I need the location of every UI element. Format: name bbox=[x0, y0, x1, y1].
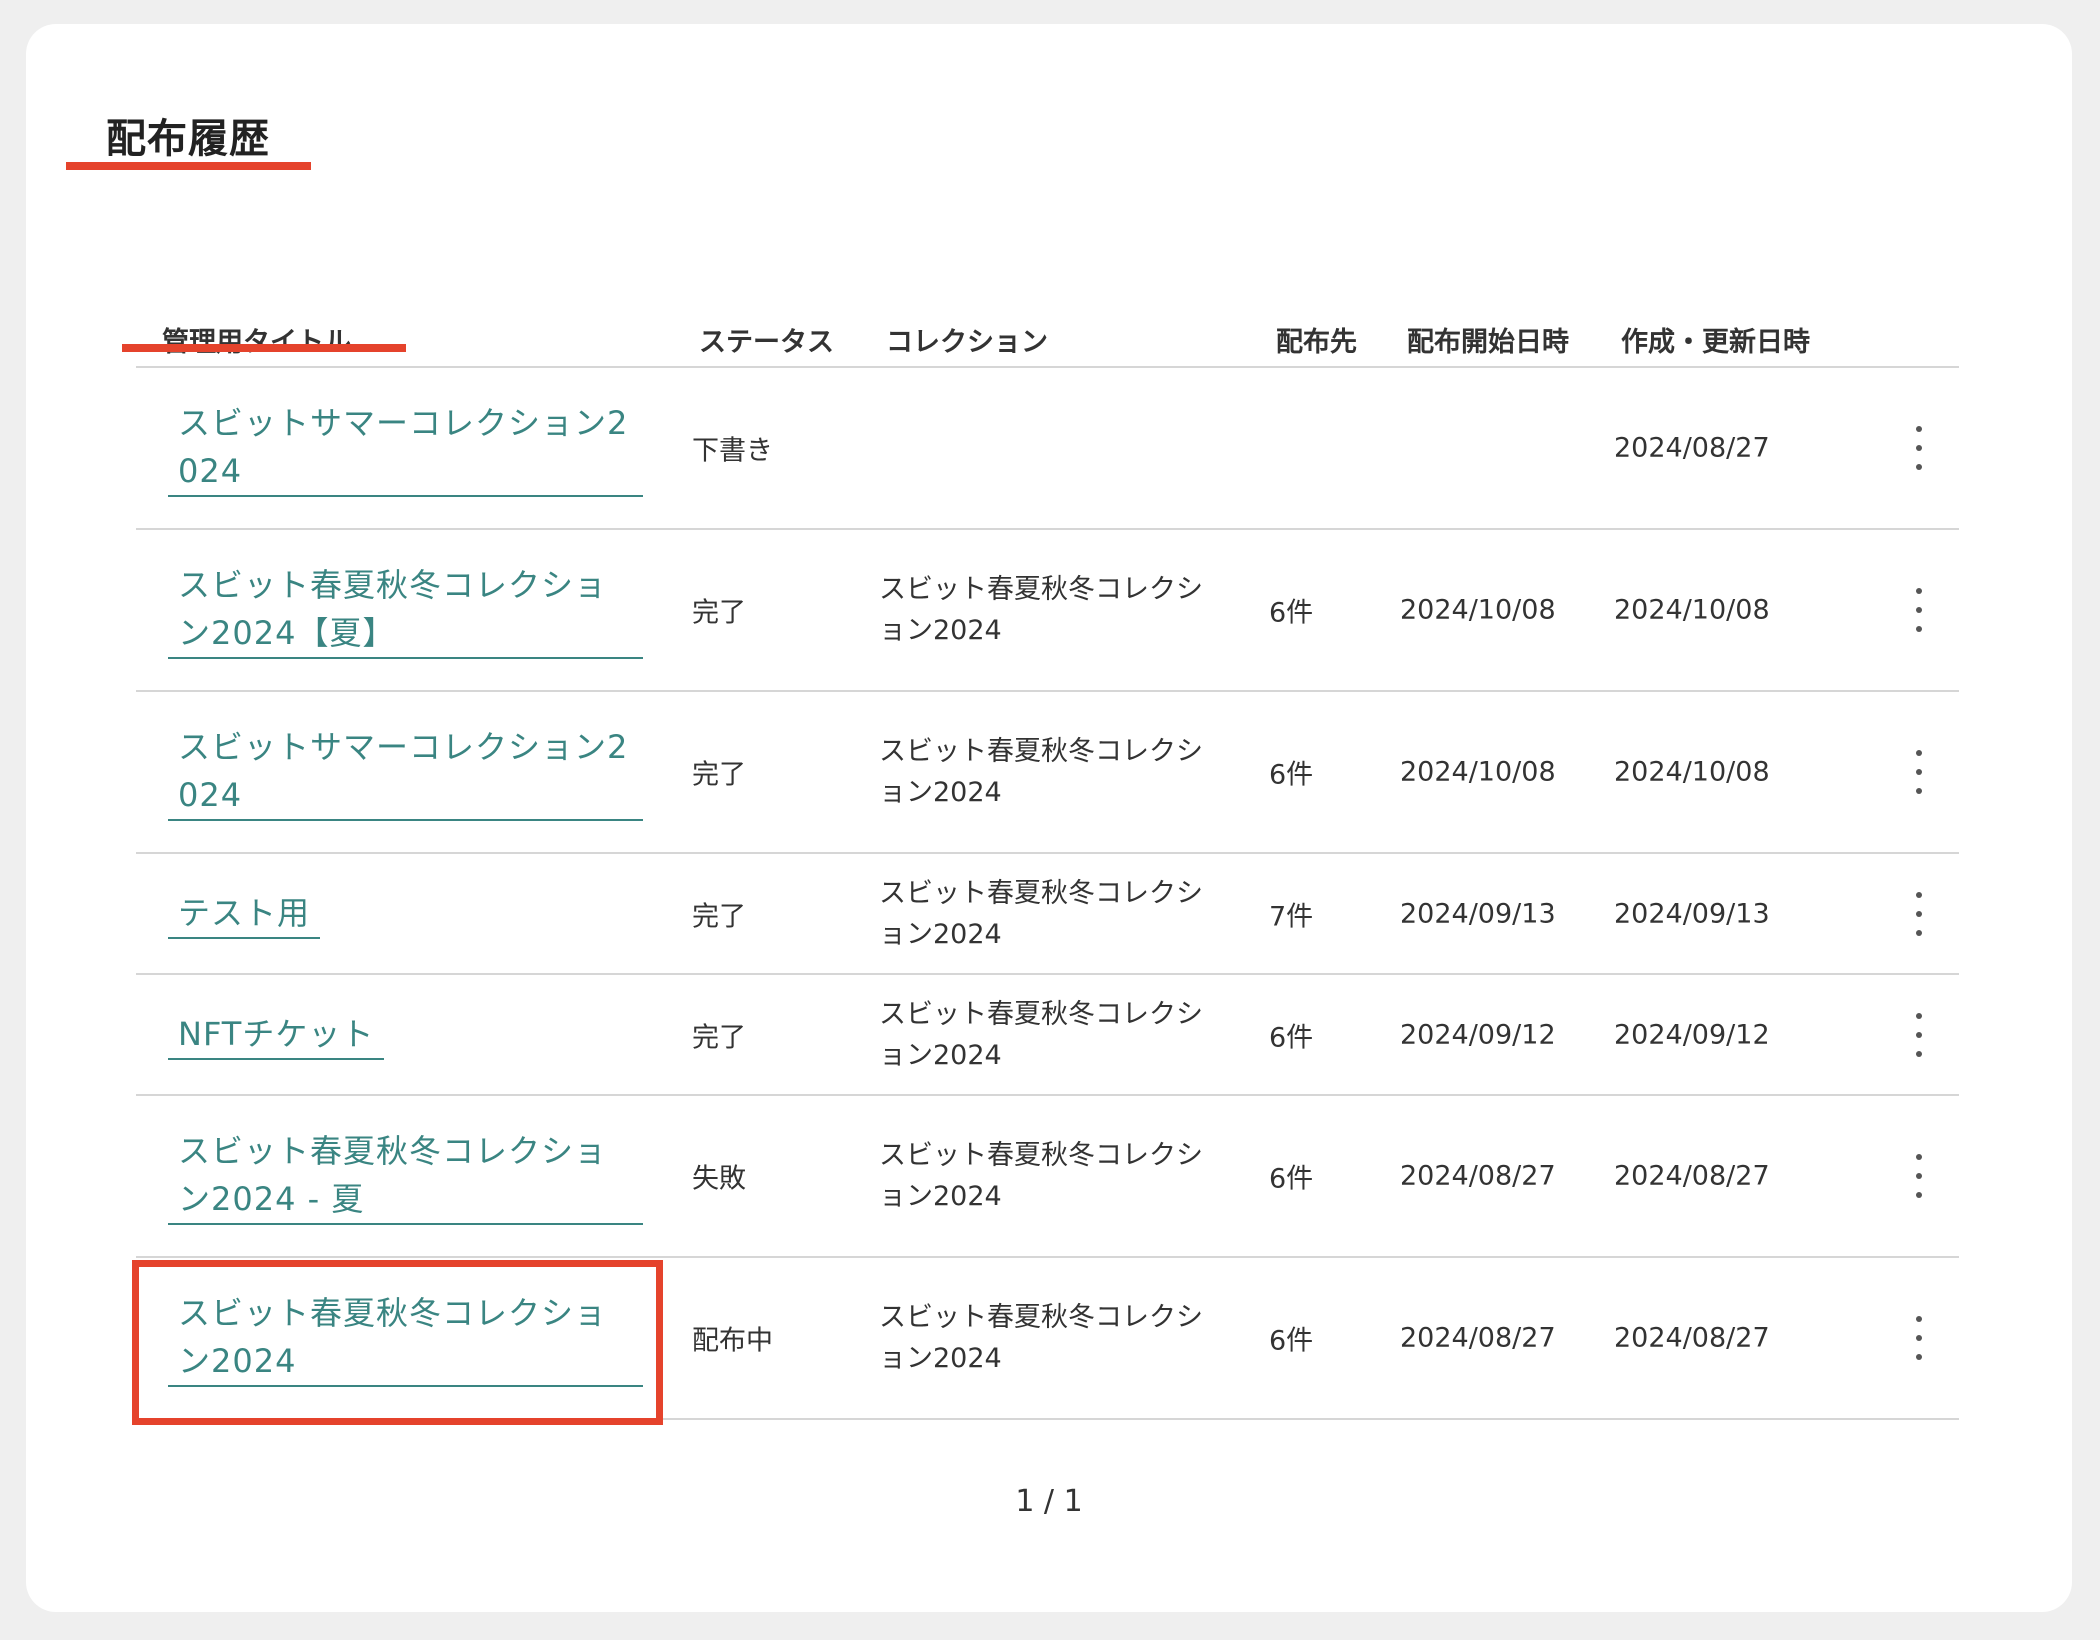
title-cell: NFTチケット bbox=[168, 1010, 643, 1060]
more-vertical-icon[interactable] bbox=[1904, 1316, 1934, 1360]
destination-cell: 6件 bbox=[1269, 1163, 1314, 1195]
destination-cell: 6件 bbox=[1269, 1022, 1314, 1053]
title-cell: スビット春夏秋冬コレクション2024 - 夏 bbox=[168, 1127, 643, 1225]
status-cell: 下書き bbox=[692, 435, 773, 467]
start-date-cell: 2024/10/08 bbox=[1400, 756, 1556, 788]
updated-date-cell: 2024/08/27 bbox=[1614, 1160, 1770, 1192]
distribution-title-link[interactable]: スビット春夏秋冬コレクション2024 bbox=[168, 1289, 643, 1387]
start-date-cell: 2024/09/12 bbox=[1400, 1019, 1556, 1050]
status-cell: 完了 bbox=[692, 1022, 746, 1053]
column-header-status[interactable]: ステータス bbox=[699, 320, 834, 359]
start-date-cell: 2024/10/08 bbox=[1400, 594, 1556, 626]
table-row: スビット春夏秋冬コレクション2024【夏】 完了 スビット春夏秋冬コレクション2… bbox=[136, 530, 1959, 692]
column-header-updated[interactable]: 作成・更新日時 bbox=[1621, 320, 1810, 359]
destination-cell: 6件 bbox=[1269, 1325, 1314, 1357]
start-date-cell: 2024/09/13 bbox=[1400, 898, 1556, 929]
distribution-title-link[interactable]: スビット春夏秋冬コレクション2024【夏】 bbox=[168, 561, 643, 659]
sorted-column-indicator bbox=[122, 344, 406, 352]
status-cell: 配布中 bbox=[692, 1325, 773, 1357]
more-vertical-icon[interactable] bbox=[1904, 588, 1934, 632]
destination-cell: 6件 bbox=[1269, 759, 1314, 791]
distribution-title-link[interactable]: テスト用 bbox=[168, 889, 321, 939]
updated-date-cell: 2024/10/08 bbox=[1614, 594, 1770, 626]
updated-date-cell: 2024/08/27 bbox=[1614, 1322, 1770, 1354]
table-row: スビットサマーコレクション2024 完了 スビット春夏秋冬コレクション2024 … bbox=[136, 692, 1959, 854]
updated-date-cell: 2024/10/08 bbox=[1614, 756, 1770, 788]
start-date-cell: 2024/08/27 bbox=[1400, 1322, 1556, 1354]
distribution-title-link[interactable]: スビットサマーコレクション2024 bbox=[168, 399, 643, 497]
more-vertical-icon[interactable] bbox=[1904, 891, 1934, 936]
table-header: 管理用タイトル ステータス コレクション 配布先 配布開始日時 作成・更新日時 bbox=[26, 320, 2072, 360]
pagination-indicator: 1 / 1 bbox=[1015, 1484, 1083, 1519]
column-header-collection[interactable]: コレクション bbox=[886, 320, 1048, 359]
collection-cell: スビット春夏秋冬コレクション2024 bbox=[879, 736, 1203, 808]
updated-date-cell: 2024/08/27 bbox=[1614, 432, 1770, 464]
column-header-destination[interactable]: 配布先 bbox=[1276, 320, 1357, 359]
destination-cell: 7件 bbox=[1269, 901, 1314, 932]
table-row: NFTチケット 完了 スビット春夏秋冬コレクション2024 6件 2024/09… bbox=[136, 975, 1959, 1096]
status-cell: 完了 bbox=[692, 759, 746, 791]
title-cell: スビットサマーコレクション2024 bbox=[168, 399, 643, 497]
table-row: スビット春夏秋冬コレクション2024 - 夏 失敗 スビット春夏秋冬コレクション… bbox=[136, 1096, 1959, 1258]
column-header-title[interactable]: 管理用タイトル bbox=[162, 320, 351, 359]
page-title-underline bbox=[66, 162, 311, 170]
title-cell: スビット春夏秋冬コレクション2024 bbox=[168, 1289, 643, 1387]
more-vertical-icon[interactable] bbox=[1904, 750, 1934, 794]
distribution-title-link[interactable]: スビット春夏秋冬コレクション2024 - 夏 bbox=[168, 1127, 643, 1225]
status-cell: 失敗 bbox=[692, 1163, 746, 1195]
collection-cell: スビット春夏秋冬コレクション2024 bbox=[879, 998, 1203, 1071]
collection-cell: スビット春夏秋冬コレクション2024 bbox=[879, 1302, 1203, 1374]
column-header-start-date[interactable]: 配布開始日時 bbox=[1407, 320, 1569, 359]
more-vertical-icon[interactable] bbox=[1904, 1012, 1934, 1057]
status-cell: 完了 bbox=[692, 597, 746, 629]
distribution-title-link[interactable]: NFTチケット bbox=[168, 1010, 385, 1060]
distribution-history-card: 配布履歴 管理用タイトル ステータス コレクション 配布先 配布開始日時 作成・… bbox=[26, 24, 2072, 1612]
collection-cell: スビット春夏秋冬コレクション2024 bbox=[879, 1140, 1203, 1212]
title-cell: テスト用 bbox=[168, 889, 643, 939]
page-title: 配布履歴 bbox=[106, 116, 270, 162]
updated-date-cell: 2024/09/12 bbox=[1614, 1019, 1770, 1050]
title-cell: スビット春夏秋冬コレクション2024【夏】 bbox=[168, 561, 643, 659]
start-date-cell: 2024/08/27 bbox=[1400, 1160, 1556, 1192]
updated-date-cell: 2024/09/13 bbox=[1614, 898, 1770, 929]
table-row: テスト用 完了 スビット春夏秋冬コレクション2024 7件 2024/09/13… bbox=[136, 854, 1959, 975]
table-row: スビット春夏秋冬コレクション2024 配布中 スビット春夏秋冬コレクション202… bbox=[136, 1258, 1959, 1420]
destination-cell: 6件 bbox=[1269, 597, 1314, 629]
collection-cell: スビット春夏秋冬コレクション2024 bbox=[879, 877, 1203, 950]
title-cell: スビットサマーコレクション2024 bbox=[168, 723, 643, 821]
status-cell: 完了 bbox=[692, 901, 746, 932]
more-vertical-icon[interactable] bbox=[1904, 1154, 1934, 1198]
distribution-title-link[interactable]: スビットサマーコレクション2024 bbox=[168, 723, 643, 821]
collection-cell: スビット春夏秋冬コレクション2024 bbox=[879, 574, 1203, 646]
table-row: スビットサマーコレクション2024 下書き 2024/08/27 bbox=[136, 368, 1959, 530]
more-vertical-icon[interactable] bbox=[1904, 426, 1934, 470]
